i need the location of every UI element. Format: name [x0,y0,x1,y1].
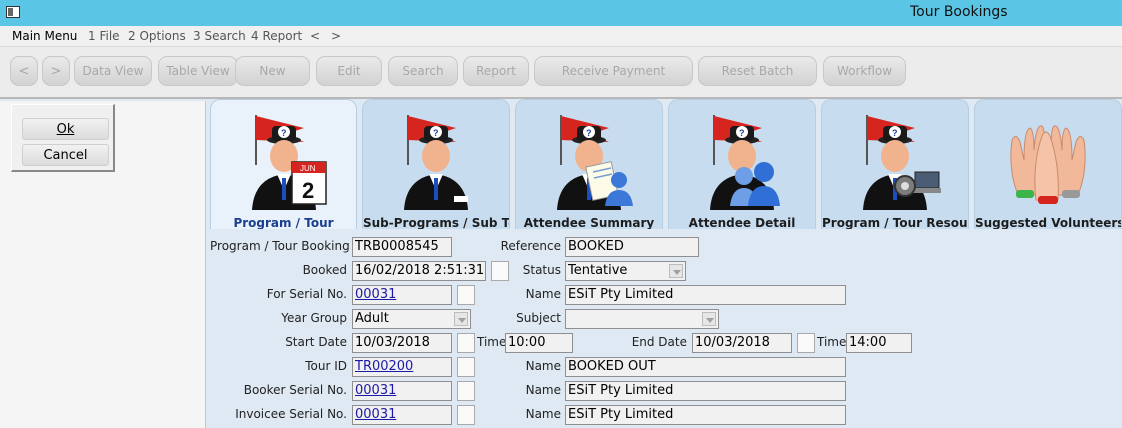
start-time-label: Time [477,335,507,349]
for-name-label: Name [525,287,561,301]
window-icon[interactable] [6,6,20,18]
svg-text:?: ? [281,128,287,138]
tour-name-field[interactable]: BOOKED OUT [565,357,846,377]
menu-search[interactable]: 3 Search [193,29,246,43]
invoicee-name-field[interactable]: ESiT Pty Limited [565,405,846,425]
reset-batch-button[interactable]: Reset Batch [698,56,817,86]
menu-back[interactable]: < [310,29,320,43]
tab-label: Attendee Detail [688,216,796,229]
menu-file[interactable]: 1 File [88,29,120,43]
tab-label: Sub-Programs / Sub Tours [363,216,509,229]
invoicee-name-label: Name [525,407,561,421]
search-button[interactable]: Search [388,56,458,86]
toolbar: < > Data View Table View New Edit Search… [0,47,1122,99]
chevron-down-icon[interactable] [669,264,683,278]
end-time-field[interactable]: 14:00 [846,333,912,353]
invoicee-serial-field[interactable]: 00031 [352,405,452,425]
notepad-icon: ? [557,115,633,210]
booking-id-label: Program / Tour Booking ID [210,239,367,253]
calendar-picker-icon[interactable] [457,333,475,353]
year-group-label: Year Group [281,311,347,325]
workflow-button[interactable]: Workflow [823,56,906,86]
start-date-label: Start Date [285,335,347,349]
for-name-field[interactable]: ESiT Pty Limited [565,285,846,305]
report-button[interactable]: Report [463,56,529,86]
reference-label: Reference [500,239,561,253]
booked-field[interactable]: 16/02/2018 2:51:31 PM [352,261,486,281]
svg-text:2: 2 [302,178,314,203]
menu-forward[interactable]: > [331,29,341,43]
back-button[interactable]: < [10,56,38,86]
ok-button[interactable]: Ok [22,118,109,140]
booker-name-field[interactable]: ESiT Pty Limited [565,381,846,401]
tab-attendee-summary[interactable]: ? Attendee Summary [515,99,663,229]
data-view-button[interactable]: Data View [74,56,152,86]
window-title: Tour Bookings [910,4,1008,20]
lookup-icon[interactable] [457,285,475,305]
tour-id-label: Tour ID [305,359,347,373]
person-icon: ? [404,115,468,210]
raised-hands-icon [1010,125,1086,204]
calendar-picker-icon[interactable] [797,333,815,353]
chevron-down-icon[interactable] [454,312,468,326]
subject-label: Subject [516,311,561,325]
receive-payment-button[interactable]: Receive Payment [534,56,693,86]
menu-report[interactable]: 4 Report [251,29,302,43]
booking-id-field[interactable]: TRB0008545 [352,237,452,257]
reference-field[interactable]: BOOKED [565,237,699,257]
menu-bar: Main Menu 1 File 2 Options 3 Search 4 Re… [0,26,1122,47]
tab-attendee-detail[interactable]: ? Attendee Detail [668,99,816,229]
table-view-button[interactable]: Table View [158,56,238,86]
subject-dropdown[interactable] [565,309,719,329]
year-group-value: Adult [355,311,389,326]
for-serial-field[interactable]: 00031 [352,285,452,305]
cancel-button[interactable]: Cancel [22,144,109,166]
svg-text:?: ? [433,128,439,138]
svg-text:?: ? [892,128,898,138]
booker-name-label: Name [525,383,561,397]
svg-text:JUN: JUN [300,164,316,173]
tab-label: Program / Tour [233,216,334,229]
new-button[interactable]: New [235,56,310,86]
tour-id-field[interactable]: TR00200 [352,357,452,377]
tab-program-tour-resources[interactable]: ? Program / Tour Resources [821,99,969,229]
year-group-dropdown[interactable]: Adult [352,309,471,329]
chevron-down-icon[interactable] [702,312,716,326]
invoicee-serial-label: Invoicee Serial No. [235,407,347,421]
svg-text:?: ? [586,128,592,138]
tools-icon: ? [863,115,941,210]
booker-serial-field[interactable]: 00031 [352,381,452,401]
status-dropdown[interactable]: Tentative [565,261,686,281]
end-date-label: End Date [631,335,687,349]
start-time-field[interactable]: 10:00 [505,333,573,353]
menu-options[interactable]: 2 Options [128,29,186,43]
tab-program-tour[interactable]: ? JUN 2 Program / Tour [210,99,357,229]
tab-sub-programs[interactable]: ? Sub-Programs / Sub Tours [362,99,510,229]
people-icon: ? [710,115,780,210]
booked-label: Booked [302,263,347,277]
tab-label: Program / Tour Resources [822,216,968,229]
forward-button[interactable]: > [42,56,70,86]
end-time-label: Time [817,335,847,349]
status-value: Tentative [568,263,628,278]
tab-label: Attendee Summary [523,216,655,229]
menu-main[interactable]: Main Menu [12,29,77,43]
status-label: Status [522,263,561,277]
start-date-field[interactable]: 10/03/2018 [352,333,452,353]
svg-text:?: ? [739,128,745,138]
edit-button[interactable]: Edit [316,56,382,86]
tab-suggested-volunteers[interactable]: Suggested Volunteers [974,99,1122,229]
lookup-icon[interactable] [457,405,475,425]
tour-name-label: Name [525,359,561,373]
end-date-field[interactable]: 10/03/2018 [692,333,792,353]
for-serial-label: For Serial No. [266,287,347,301]
calendar-icon: ? JUN 2 [251,115,327,210]
booker-serial-label: Booker Serial No. [243,383,347,397]
title-bar: Tour Bookings [0,0,1122,26]
lookup-icon[interactable] [457,381,475,401]
dialog-button-group: Ok Cancel [11,104,115,172]
tab-label: Suggested Volunteers [975,216,1122,229]
lookup-icon[interactable] [457,357,475,377]
